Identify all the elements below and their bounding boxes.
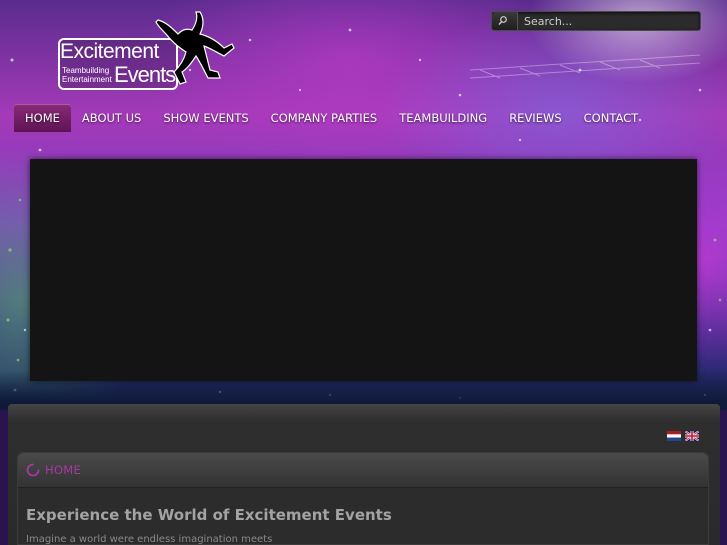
logo-tagline-entertainment: Entertainment: [62, 75, 112, 84]
nav-item-show-events[interactable]: SHOW EVENTS: [152, 104, 259, 132]
spinner-icon: [26, 463, 40, 477]
search-input[interactable]: [520, 12, 698, 30]
intro-paragraph: Imagine a world were endless imagination…: [26, 534, 273, 545]
box-header: HOME: [18, 453, 708, 487]
language-switcher: [667, 431, 699, 441]
page-heading: Experience the World of Excitement Event…: [26, 506, 392, 524]
logo-title: Excitement: [60, 40, 159, 63]
dutch-flag-icon[interactable]: [667, 431, 681, 441]
site-logo[interactable]: Excitement Teambuilding Entertainment Ev…: [56, 10, 236, 92]
search-box[interactable]: [491, 11, 701, 31]
search-icon: [498, 16, 507, 25]
box-title: HOME: [45, 463, 82, 477]
nav-item-about-us[interactable]: ABOUT US: [71, 104, 152, 132]
home-content-box: HOME: [17, 452, 709, 545]
nav-item-company-parties[interactable]: COMPANY PARTIES: [260, 104, 389, 132]
logo-tagline-teambuilding: Teambuilding: [62, 66, 110, 75]
nav-item-teambuilding[interactable]: TEAMBUILDING: [388, 104, 498, 132]
nav-item-home[interactable]: HOME: [14, 104, 71, 132]
uk-flag-icon[interactable]: [685, 431, 699, 441]
jumping-person-icon: [155, 11, 235, 85]
main-nav: HOME ABOUT US SHOW EVENTS COMPANY PARTIE…: [14, 104, 649, 132]
hero-slider[interactable]: [30, 159, 697, 381]
nav-item-reviews[interactable]: REVIEWS: [498, 104, 572, 132]
search-button[interactable]: [492, 12, 518, 30]
content-top-strip: [8, 404, 720, 420]
nav-item-contact[interactable]: CONTACT: [573, 104, 650, 132]
